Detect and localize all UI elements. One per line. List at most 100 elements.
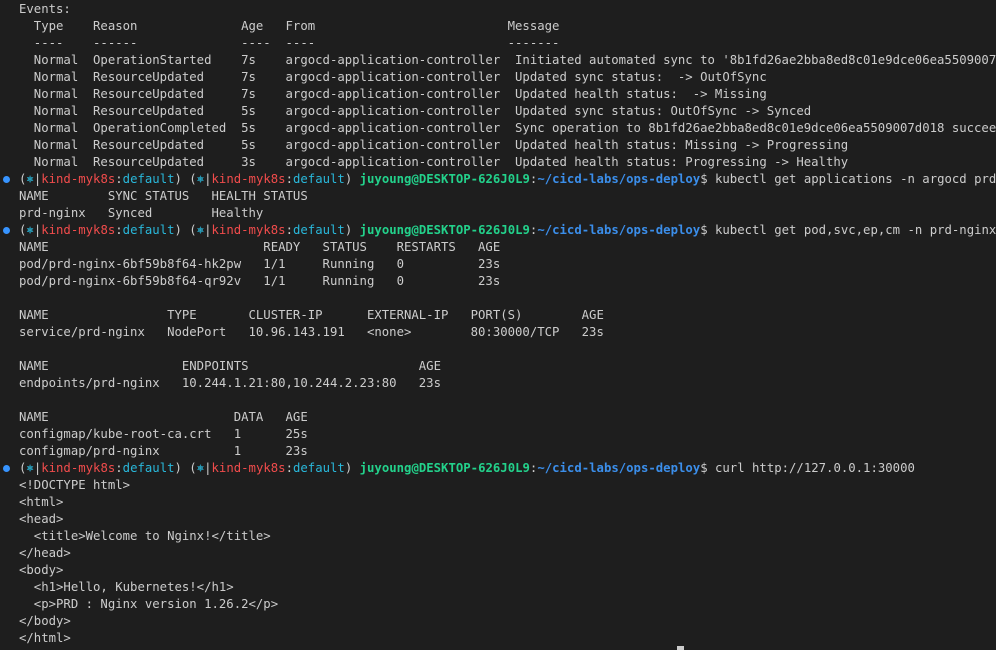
output-text: Events:	[19, 2, 71, 16]
prompt-segment: juyoung@DESKTOP-626J0L9	[359, 461, 530, 475]
output-text: Normal OperationCompleted 5s argocd-appl…	[19, 121, 996, 135]
output-text: NAME ENDPOINTS AGE	[19, 359, 441, 373]
prompt-segment: )	[344, 172, 360, 186]
output-text: </body>	[19, 614, 71, 628]
prompt-text: (⎈|kind-myk8s:default) (⎈|kind-myk8s:def…	[19, 171, 996, 188]
output-line: Normal ResourceUpdated 5s argocd-applica…	[0, 137, 996, 154]
output-line: NAME SYNC STATUS HEALTH STATUS	[0, 188, 996, 205]
output-line: NAME ENDPOINTS AGE	[0, 358, 996, 375]
prompt-segment: )	[344, 223, 360, 237]
prompt-text: (⎈|kind-myk8s:default) (⎈|kind-myk8s:def…	[19, 460, 915, 477]
prompt-line: (⎈|kind-myk8s:default) (⎈|kind-myk8s:def…	[0, 222, 996, 239]
output-text: ---- ------ ---- ---- -------	[19, 36, 560, 50]
output-line: prd-nginx Synced Healthy	[0, 205, 996, 222]
output-text: Normal ResourceUpdated 7s argocd-applica…	[19, 70, 767, 84]
prompt-status-dot-icon	[3, 176, 10, 183]
output-text: Type Reason Age From Message	[19, 19, 560, 33]
prompt-text: (⎈|kind-myk8s:default) (⎈|kind-myk8s:def…	[19, 222, 996, 239]
prompt-segment: |	[204, 172, 212, 186]
output-line: pod/prd-nginx-6bf59b8f64-hk2pw 1/1 Runni…	[0, 256, 996, 273]
output-text: <h1>Hello, Kubernetes!</h1>	[19, 580, 234, 594]
output-line: <!DOCTYPE html>	[0, 477, 996, 494]
output-line: </html>	[0, 630, 996, 647]
output-line: pod/prd-nginx-6bf59b8f64-qr92v 1/1 Runni…	[0, 273, 996, 290]
prompt-segment: default	[292, 172, 345, 186]
prompt-segment: default	[292, 223, 345, 237]
prompt-status-dot-icon	[3, 227, 10, 234]
prompt-segment: juyoung@DESKTOP-626J0L9	[359, 172, 530, 186]
output-text: <p>PRD : Nginx version 1.26.2</p>	[19, 597, 279, 611]
prompt-segment: juyoung@DESKTOP-626J0L9	[359, 223, 530, 237]
prompt-segment: ⎈	[196, 172, 205, 186]
prompt-segment: ) (	[174, 172, 197, 186]
output-text: <!DOCTYPE html>	[19, 478, 131, 492]
output-text: <head>	[19, 512, 64, 526]
output-text: NAME DATA AGE	[19, 410, 308, 424]
terminal-output: Events: Type Reason Age From Message ---…	[0, 1, 996, 647]
output-line: Normal OperationCompleted 5s argocd-appl…	[0, 120, 996, 137]
prompt-segment: :	[285, 461, 293, 475]
output-text: <html>	[19, 495, 64, 509]
prompt-segment: :	[115, 172, 123, 186]
prompt-segment: ⎈	[26, 223, 34, 237]
output-line: Normal ResourceUpdated 3s argocd-applica…	[0, 154, 996, 171]
prompt-segment: ⎈	[26, 172, 34, 186]
prompt-segment: $ curl http://127.0.0.1:30000	[700, 461, 915, 475]
prompt-segment: default	[122, 461, 175, 475]
output-text: prd-nginx Synced Healthy	[19, 206, 264, 220]
output-line: endpoints/prd-nginx 10.244.1.21:80,10.24…	[0, 375, 996, 392]
prompt-segment: ) (	[174, 223, 197, 237]
output-line: <h1>Hello, Kubernetes!</h1>	[0, 579, 996, 596]
output-line: ---- ------ ---- ---- -------	[0, 35, 996, 52]
prompt-segment: )	[344, 461, 360, 475]
prompt-segment: $ kubectl get pod,svc,ep,cm -n prd-nginx	[700, 223, 996, 237]
output-line: Type Reason Age From Message	[0, 18, 996, 35]
prompt-segment: ⎈	[196, 223, 205, 237]
output-text: Normal ResourceUpdated 7s argocd-applica…	[19, 87, 767, 101]
output-line: <head>	[0, 511, 996, 528]
output-line: NAME TYPE CLUSTER-IP EXTERNAL-IP PORT(S)…	[0, 307, 996, 324]
output-line: configmap/prd-nginx 1 23s	[0, 443, 996, 460]
output-text: configmap/kube-root-ca.crt 1 25s	[19, 427, 308, 441]
prompt-segment: $ kubectl get applications -n argocd prd…	[700, 172, 996, 186]
prompt-segment: |	[204, 461, 212, 475]
output-text: pod/prd-nginx-6bf59b8f64-hk2pw 1/1 Runni…	[19, 257, 501, 271]
output-line: Normal ResourceUpdated 7s argocd-applica…	[0, 86, 996, 103]
prompt-segment: default	[122, 223, 175, 237]
output-line: Normal ResourceUpdated 7s argocd-applica…	[0, 69, 996, 86]
prompt-segment: :	[285, 223, 293, 237]
output-line: <body>	[0, 562, 996, 579]
prompt-segment: ⎈	[196, 461, 205, 475]
output-line: </body>	[0, 613, 996, 630]
prompt-segment: ~/cicd-labs/ops-deploy	[537, 172, 701, 186]
output-line: NAME DATA AGE	[0, 409, 996, 426]
output-line: Normal ResourceUpdated 5s argocd-applica…	[0, 103, 996, 120]
prompt-segment: kind-myk8s	[211, 223, 286, 237]
prompt-segment: kind-myk8s	[41, 223, 116, 237]
prompt-segment: default	[292, 461, 345, 475]
output-line: service/prd-nginx NodePort 10.96.143.191…	[0, 324, 996, 341]
output-text: configmap/prd-nginx 1 23s	[19, 444, 308, 458]
terminal-window[interactable]: Events: Type Reason Age From Message ---…	[0, 0, 996, 650]
output-text: NAME TYPE CLUSTER-IP EXTERNAL-IP PORT(S)…	[19, 308, 604, 322]
output-text: NAME READY STATUS RESTARTS AGE	[19, 240, 501, 254]
output-text: Normal OperationStarted 7s argocd-applic…	[19, 53, 996, 67]
output-text: </html>	[19, 631, 71, 645]
output-line: NAME READY STATUS RESTARTS AGE	[0, 239, 996, 256]
prompt-segment: kind-myk8s	[41, 461, 116, 475]
output-line: <html>	[0, 494, 996, 511]
output-line: <p>PRD : Nginx version 1.26.2</p>	[0, 596, 996, 613]
prompt-segment: :	[115, 461, 123, 475]
prompt-segment: kind-myk8s	[41, 172, 116, 186]
terminal-cursor	[677, 646, 684, 650]
prompt-status-dot-icon	[3, 465, 10, 472]
prompt-segment: :	[285, 172, 293, 186]
output-line: configmap/kube-root-ca.crt 1 25s	[0, 426, 996, 443]
prompt-segment: default	[122, 172, 175, 186]
output-text: <body>	[19, 563, 64, 577]
output-text: NAME SYNC STATUS HEALTH STATUS	[19, 189, 308, 203]
prompt-segment: ~/cicd-labs/ops-deploy	[537, 223, 701, 237]
